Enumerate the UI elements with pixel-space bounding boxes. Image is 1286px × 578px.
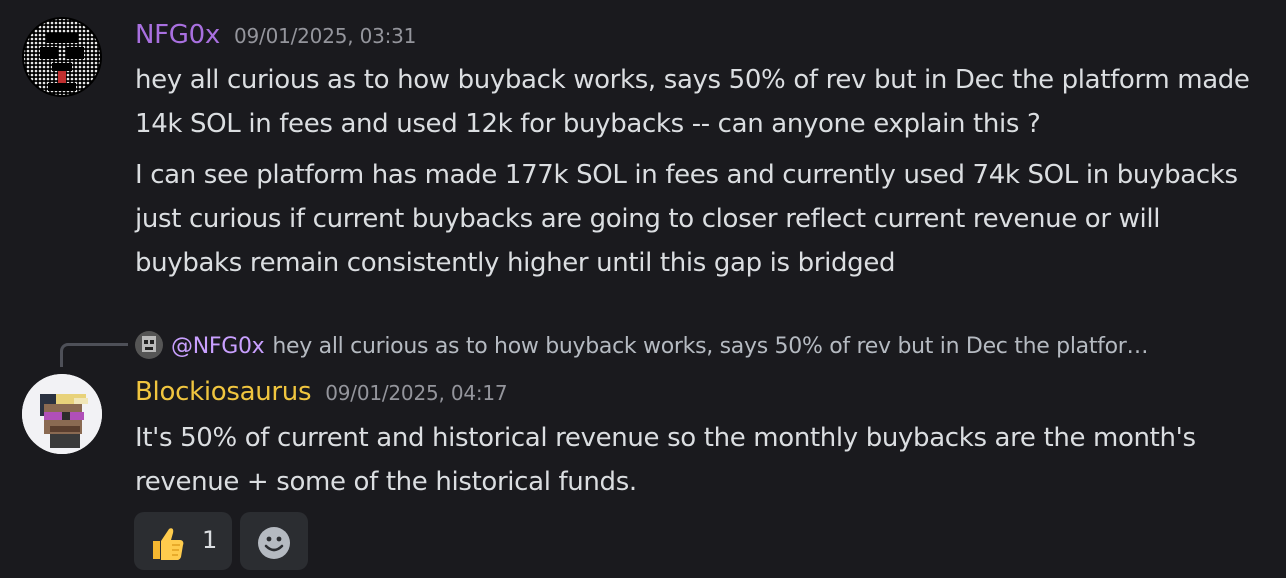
reaction-thumbs-up[interactable]: 1 [134, 512, 232, 570]
message-paragraph: It's 50% of current and historical reven… [135, 423, 1196, 497]
avatar-blockiosaurus[interactable] [22, 374, 102, 454]
smiley-add-reaction-icon [257, 526, 291, 564]
username[interactable]: Blockiosaurus [135, 377, 312, 407]
add-reaction-button[interactable] [240, 512, 308, 570]
reply-reference[interactable]: @NFG0x hey all curious as to how buyback … [135, 331, 1149, 359]
reaction-count: 1 [202, 526, 218, 554]
username[interactable]: NFG0x [135, 20, 220, 50]
reply-preview: hey all curious as to how buyback works,… [272, 334, 1149, 359]
timestamp: 09/01/2025, 04:17 [325, 381, 508, 405]
pixel-avatar-icon [22, 17, 102, 97]
reply-avatar-icon [135, 331, 163, 359]
message-paragraph: hey all curious as to how buyback works,… [135, 65, 1250, 139]
reply-mention[interactable]: @NFG0x [171, 334, 265, 359]
avatar-nfg0x[interactable] [22, 17, 102, 97]
message-paragraph: I can see platform has made 177k SOL in … [135, 160, 1238, 278]
reply-spine [60, 343, 128, 367]
pixel-dino-avatar-icon [22, 374, 102, 454]
timestamp: 09/01/2025, 03:31 [233, 24, 417, 48]
thumbs-up-emoji-icon [146, 523, 186, 567]
